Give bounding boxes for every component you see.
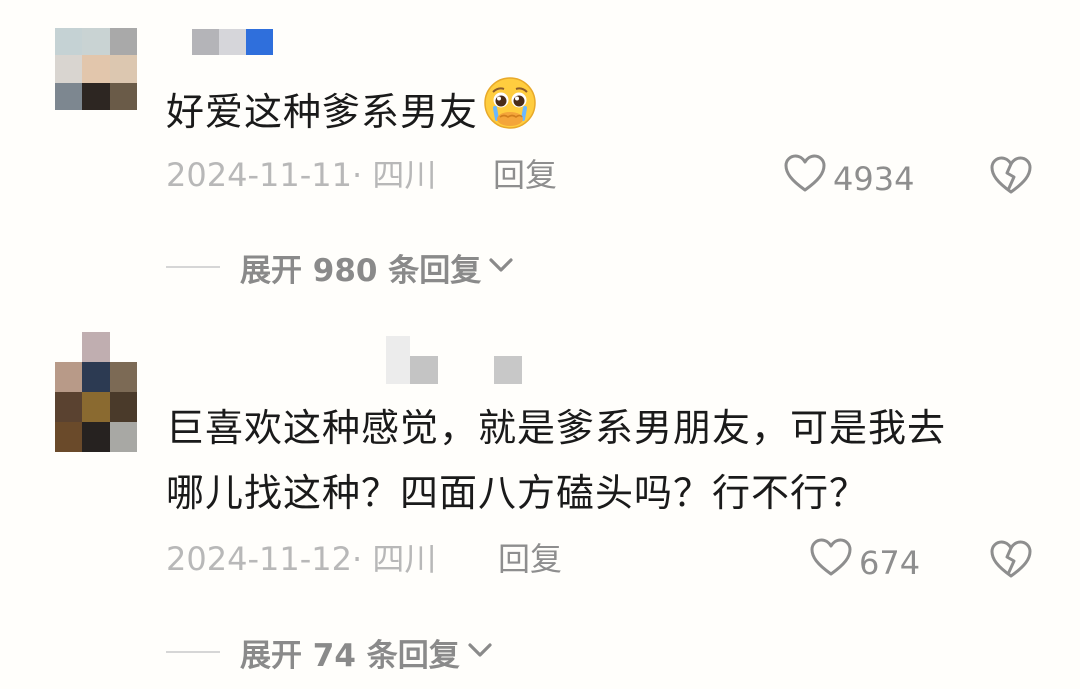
like-count: 4934 <box>833 159 915 198</box>
avatar[interactable] <box>55 28 137 110</box>
divider-line <box>166 651 220 653</box>
expand-replies-label: 展开 74 条回复 <box>240 637 460 674</box>
comment-text-line: 巨喜欢这种感觉，就是爹系男朋友，可是我去 <box>166 406 947 450</box>
comment-item: 好爱这种爹系男友 2024-11-11· 四川 回复 4934 展开 980 条… <box>0 0 1080 320</box>
like-button[interactable]: 674 <box>809 537 920 588</box>
comment-text: 巨喜欢这种感觉，就是爹系男朋友，可是我去 哪儿找这种？四面八方磕头吗？行不行？ <box>166 398 946 523</box>
chevron-down-icon <box>466 640 494 664</box>
heart-outline-icon <box>783 153 827 204</box>
comment-text: 好爱这种爹系男友 <box>166 75 538 148</box>
pleading-face-emoji <box>482 75 538 148</box>
date-location: 2024-11-11· 四川 <box>166 156 437 194</box>
reply-button[interactable]: 回复 <box>493 153 557 197</box>
comment-meta: 2024-11-12· 四川 回复 674 <box>166 537 1032 582</box>
divider-line <box>166 266 220 268</box>
comment-text-line: 好爱这种爹系男友 <box>166 90 479 134</box>
avatar[interactable] <box>55 332 137 452</box>
username-blurred[interactable] <box>386 336 522 384</box>
broken-heart-icon[interactable] <box>989 539 1033 590</box>
chevron-down-icon <box>487 255 515 279</box>
comment-text-line: 哪儿找这种？四面八方磕头吗？行不行？ <box>166 471 869 515</box>
expand-replies-label: 展开 980 条回复 <box>240 252 482 289</box>
broken-heart-icon[interactable] <box>989 155 1033 206</box>
reply-button[interactable]: 回复 <box>498 537 562 581</box>
username-blurred[interactable] <box>192 29 273 55</box>
comment-item: 巨喜欢这种感觉，就是爹系男朋友，可是我去 哪儿找这种？四面八方磕头吗？行不行？ … <box>0 320 1080 689</box>
like-count: 674 <box>859 543 921 582</box>
expand-replies-button[interactable]: 展开 980 条回复 <box>166 245 515 289</box>
like-button[interactable]: 4934 <box>783 153 914 204</box>
date-location: 2024-11-12· 四川 <box>166 540 437 578</box>
heart-outline-icon <box>809 537 853 588</box>
expand-replies-button[interactable]: 展开 74 条回复 <box>166 630 494 674</box>
comment-meta: 2024-11-11· 四川 回复 4934 <box>166 153 1032 198</box>
